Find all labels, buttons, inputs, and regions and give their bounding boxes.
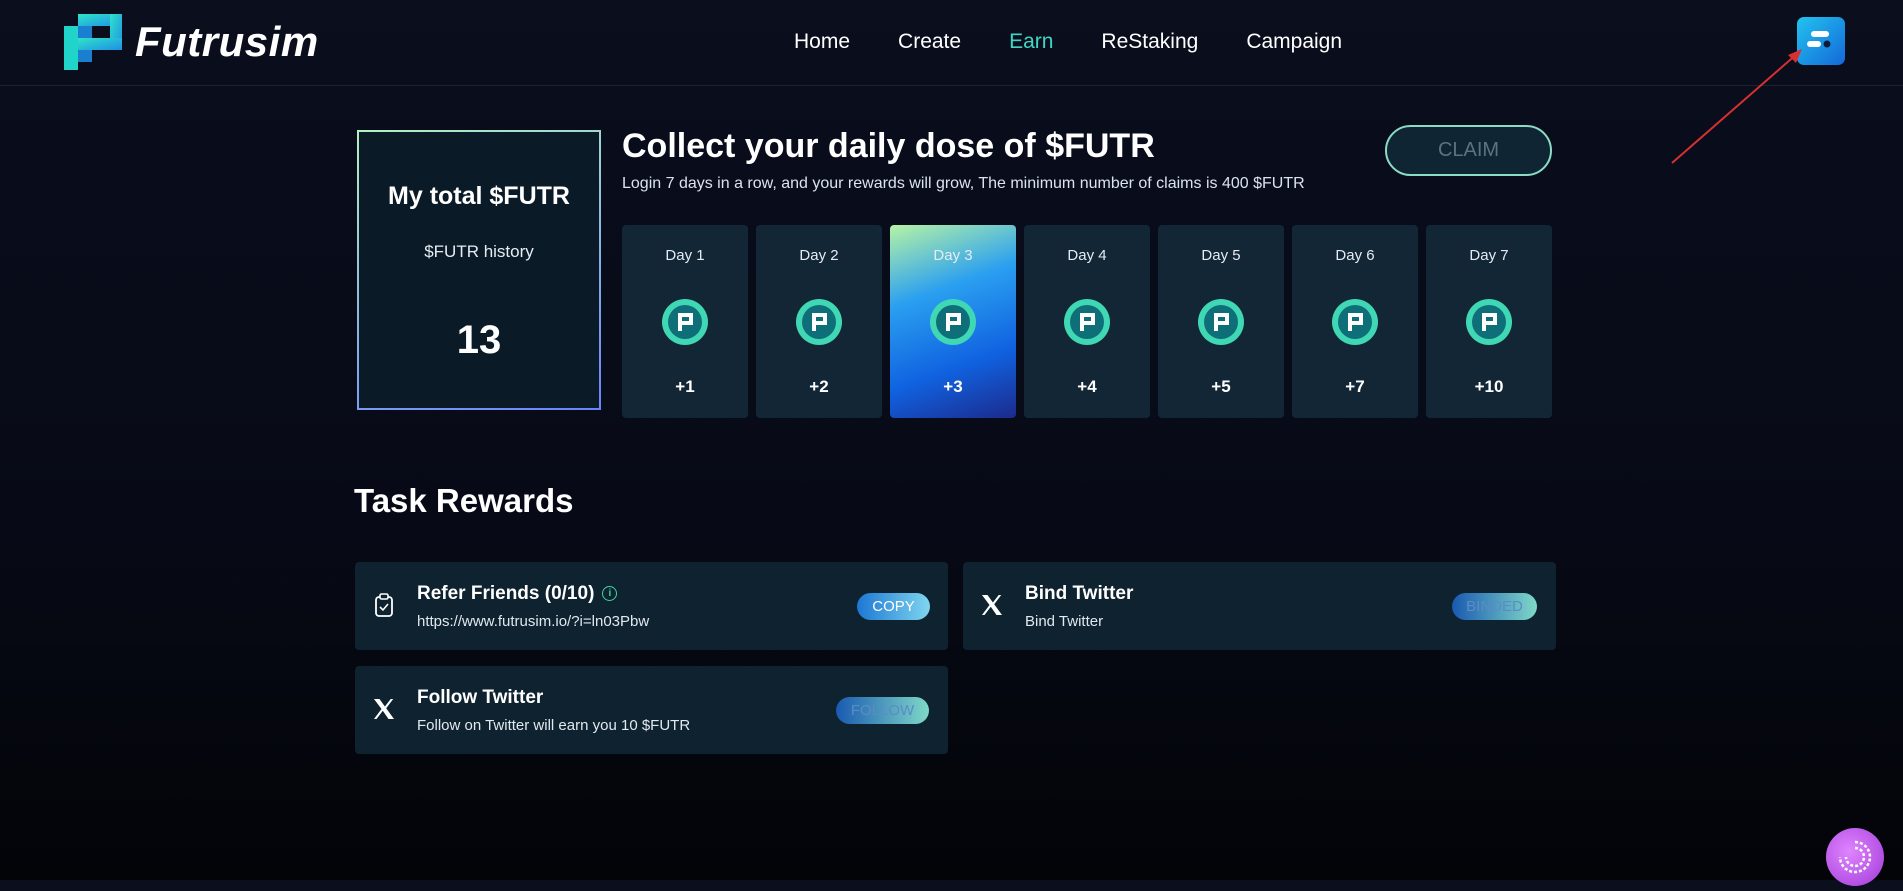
task-name: Follow Twitter (417, 687, 544, 708)
nav-earn[interactable]: Earn (1009, 30, 1053, 54)
task-follow-twitter: Follow Twitter Follow on Twitter will ea… (355, 666, 948, 754)
nav-home[interactable]: Home (794, 30, 850, 54)
day-label: Day 3 (933, 247, 973, 264)
brand-name[interactable]: Futrusim (135, 18, 319, 66)
task-name: Bind Twitter (1025, 583, 1134, 604)
day-reward: +4 (1077, 377, 1097, 396)
info-icon[interactable]: i (602, 586, 618, 602)
day-card: Day 5 +5 (1158, 225, 1284, 418)
day-card-current: Day 3 +3 (890, 225, 1016, 418)
floating-assistant-button[interactable] (1826, 828, 1884, 886)
nav-create[interactable]: Create (898, 30, 961, 54)
task-rewards-heading: Task Rewards (354, 482, 574, 519)
day-label: Day 6 (1335, 247, 1375, 264)
referral-link: https://www.futrusim.io/?i=ln03Pbw (417, 613, 650, 630)
day-reward: +7 (1345, 377, 1365, 396)
day-card: Day 1 +1 (622, 225, 748, 418)
futr-coin-icon (1466, 299, 1512, 345)
futr-coin-icon (930, 299, 976, 345)
day-reward: +3 (943, 377, 963, 396)
day-reward: +2 (809, 377, 829, 396)
futr-coin-icon (1332, 299, 1378, 345)
futrusim-logo-icon[interactable] (64, 14, 122, 70)
daily-rewards-row: Day 1 +1 Day 2 +2 Day 3 +3 Day 4 +4 Day … (622, 225, 1552, 418)
top-header: Futrusim Home Create Earn ReStaking Camp… (0, 0, 1903, 86)
task-description: Bind Twitter (1025, 613, 1104, 630)
copy-button[interactable]: COPY (857, 593, 930, 620)
follow-button[interactable]: FOLLOW (836, 697, 929, 724)
task-description: Follow on Twitter will earn you 10 $FUTR (417, 717, 691, 734)
daily-title: Collect your daily dose of $FUTR (622, 127, 1155, 165)
total-title: My total $FUTR (388, 182, 570, 210)
day-label: Day 5 (1201, 247, 1241, 264)
day-card: Day 6 +7 (1292, 225, 1418, 418)
task-bind-twitter: Bind Twitter Bind Twitter BINDED (963, 562, 1556, 650)
task-refer-friends: Refer Friends (0/10) i https://www.futrus… (355, 562, 948, 650)
clipboard-icon (375, 593, 393, 617)
binded-button[interactable]: BINDED (1452, 593, 1537, 620)
day-card: Day 4 +4 (1024, 225, 1150, 418)
nav-campaign[interactable]: Campaign (1246, 30, 1342, 54)
refer-friends-label: Refer Friends (0/10) (417, 583, 595, 604)
day-reward: +10 (1474, 377, 1504, 396)
day-card: Day 7 +10 (1426, 225, 1552, 418)
x-logo-icon (374, 699, 394, 719)
futr-coin-icon (1064, 299, 1110, 345)
day-card: Day 2 +2 (756, 225, 882, 418)
day-label: Day 1 (665, 247, 705, 264)
task-name: Refer Friends (0/10) i (417, 583, 618, 605)
total-futr-card: My total $FUTR $FUTR history 13 (357, 130, 601, 410)
futr-history-link[interactable]: $FUTR history (359, 242, 599, 262)
day-label: Day 7 (1469, 247, 1509, 264)
daily-subtitle: Login 7 days in a row, and your rewards … (622, 175, 1305, 192)
futr-coin-icon (662, 299, 708, 345)
day-reward: +5 (1211, 377, 1231, 396)
total-value: 13 (456, 318, 502, 362)
futr-coin-icon (796, 299, 842, 345)
annotation-arrow-icon (1671, 49, 1802, 164)
day-reward: +1 (675, 377, 695, 396)
x-logo-icon (982, 595, 1002, 615)
nav-restaking[interactable]: ReStaking (1101, 30, 1198, 54)
futr-coin-icon (1198, 299, 1244, 345)
claim-button[interactable]: CLAIM (1385, 125, 1552, 176)
day-label: Day 2 (799, 247, 839, 264)
spiral-icon (1838, 840, 1872, 874)
day-label: Day 4 (1067, 247, 1107, 264)
main-nav: Home Create Earn ReStaking Campaign (794, 30, 1342, 54)
